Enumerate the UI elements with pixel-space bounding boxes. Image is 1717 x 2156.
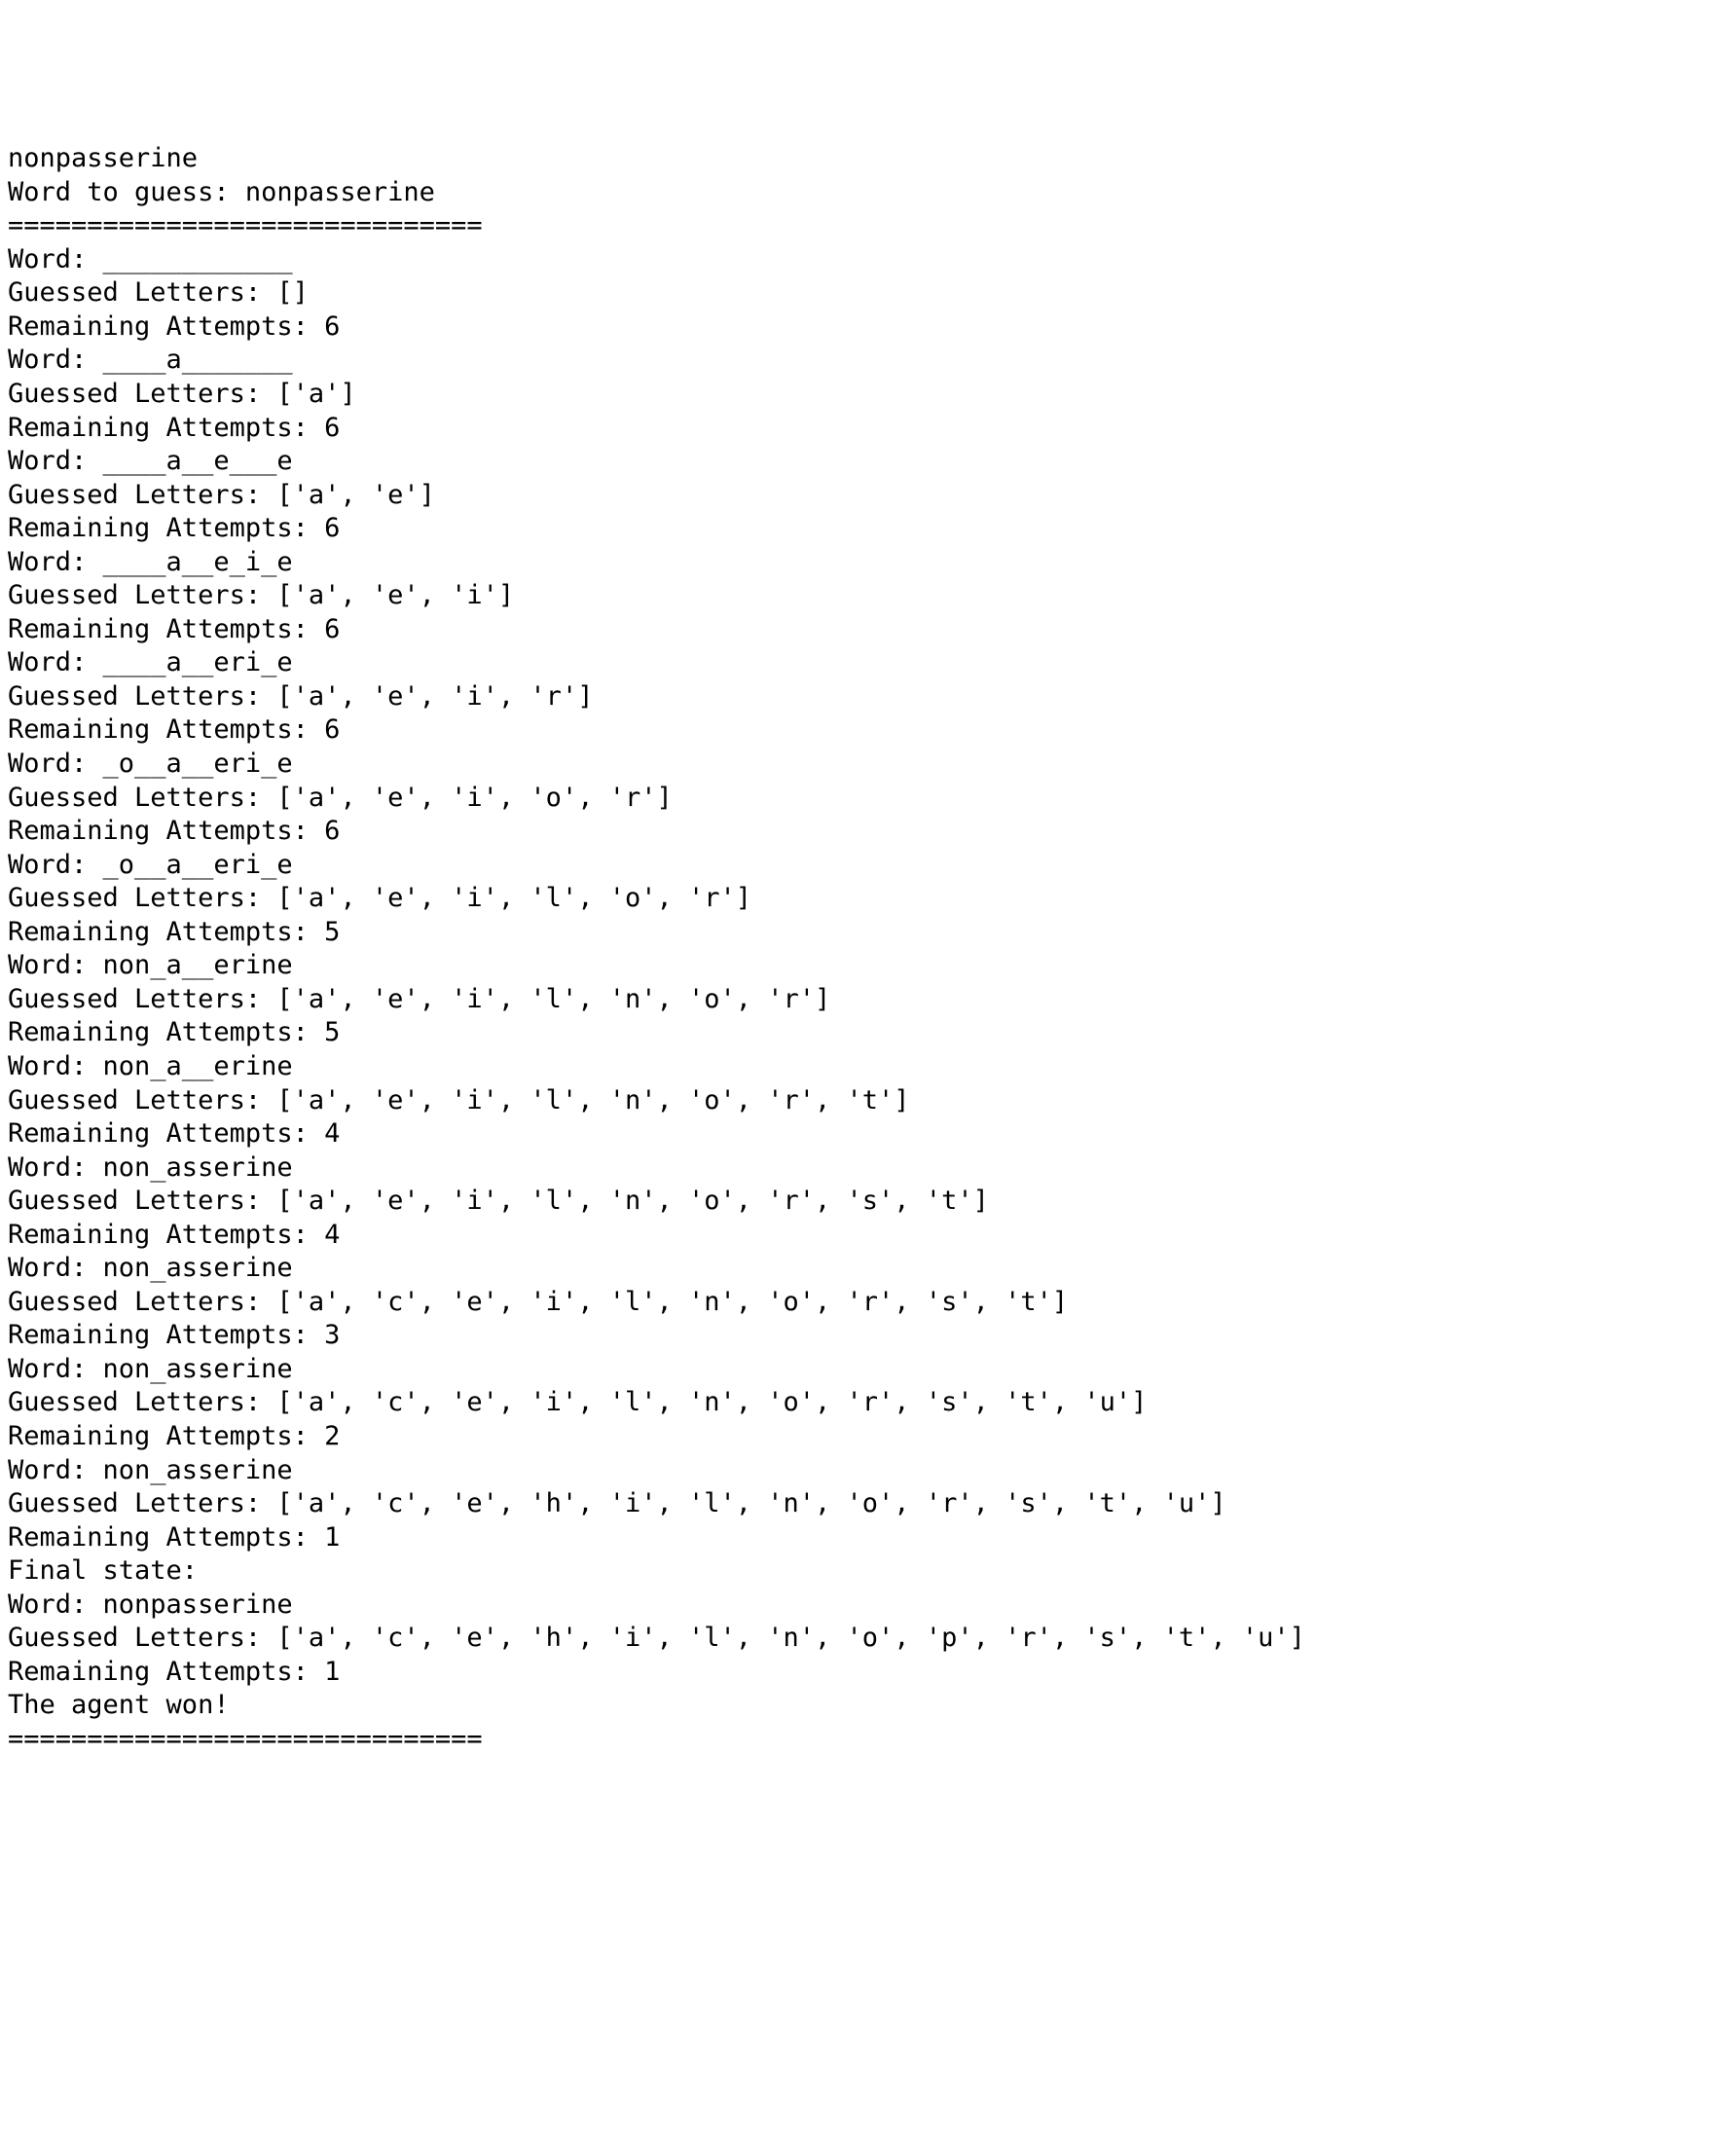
step-6-guessed: Guessed Letters: ['a', 'e', 'i', 'l', 'o… [8, 882, 1709, 916]
step-8-guessed: Guessed Letters: ['a', 'e', 'i', 'l', 'n… [8, 1084, 1709, 1118]
step-2-guessed: Guessed Letters: ['a', 'e'] [8, 479, 1709, 513]
step-1-guessed: Guessed Letters: ['a'] [8, 378, 1709, 412]
step-2-remaining: Remaining Attempts: 6 [8, 512, 1709, 546]
step-0-remaining: Remaining Attempts: 6 [8, 311, 1709, 345]
final-guessed: Guessed Letters: ['a', 'c', 'e', 'h', 'i… [8, 1622, 1709, 1656]
step-5-guessed: Guessed Letters: ['a', 'e', 'i', 'o', 'r… [8, 782, 1709, 816]
secret-word: nonpasserine [8, 142, 1709, 176]
step-0-guessed: Guessed Letters: [] [8, 276, 1709, 311]
final-remaining: Remaining Attempts: 1 [8, 1656, 1709, 1690]
step-9-guessed: Guessed Letters: ['a', 'e', 'i', 'l', 'n… [8, 1185, 1709, 1219]
step-5-remaining: Remaining Attempts: 6 [8, 815, 1709, 849]
step-3-guessed: Guessed Letters: ['a', 'e', 'i'] [8, 579, 1709, 613]
step-11-guessed: Guessed Letters: ['a', 'c', 'e', 'i', 'l… [8, 1386, 1709, 1420]
step-2-word: Word: ____a__e___e [8, 445, 1709, 479]
step-6-word: Word: _o__a__eri_e [8, 849, 1709, 883]
step-9-remaining: Remaining Attempts: 4 [8, 1219, 1709, 1253]
step-1-remaining: Remaining Attempts: 6 [8, 412, 1709, 446]
step-6-remaining: Remaining Attempts: 5 [8, 916, 1709, 950]
divider: ============================== [8, 209, 1709, 243]
step-7-remaining: Remaining Attempts: 5 [8, 1016, 1709, 1050]
footer-divider: ============================== [8, 1723, 1709, 1757]
step-12-word: Word: non_asserine [8, 1454, 1709, 1488]
step-0-word: Word: ____________ [8, 243, 1709, 277]
step-7-guessed: Guessed Letters: ['a', 'e', 'i', 'l', 'n… [8, 983, 1709, 1017]
step-10-guessed: Guessed Letters: ['a', 'c', 'e', 'i', 'l… [8, 1286, 1709, 1320]
step-11-word: Word: non_asserine [8, 1353, 1709, 1387]
step-1-word: Word: ____a_______ [8, 344, 1709, 378]
step-3-remaining: Remaining Attempts: 6 [8, 613, 1709, 647]
step-3-word: Word: ____a__e_i_e [8, 546, 1709, 580]
step-10-remaining: Remaining Attempts: 3 [8, 1319, 1709, 1353]
step-7-word: Word: non_a__erine [8, 949, 1709, 983]
step-12-guessed: Guessed Letters: ['a', 'c', 'e', 'h', 'i… [8, 1487, 1709, 1521]
step-11-remaining: Remaining Attempts: 2 [8, 1420, 1709, 1454]
step-4-word: Word: ____a__eri_e [8, 646, 1709, 680]
step-10-word: Word: non_asserine [8, 1252, 1709, 1286]
result-line: The agent won! [8, 1689, 1709, 1723]
step-5-word: Word: _o__a__eri_e [8, 748, 1709, 782]
step-12-remaining: Remaining Attempts: 1 [8, 1521, 1709, 1555]
terminal-output: nonpasserineWord to guess: nonpasserine=… [8, 142, 1709, 1756]
step-8-word: Word: non_a__erine [8, 1050, 1709, 1084]
final-heading: Final state: [8, 1554, 1709, 1589]
step-8-remaining: Remaining Attempts: 4 [8, 1117, 1709, 1151]
step-4-guessed: Guessed Letters: ['a', 'e', 'i', 'r'] [8, 680, 1709, 714]
final-word: Word: nonpasserine [8, 1589, 1709, 1623]
step-9-word: Word: non_asserine [8, 1151, 1709, 1186]
word-to-guess: Word to guess: nonpasserine [8, 176, 1709, 210]
step-4-remaining: Remaining Attempts: 6 [8, 713, 1709, 748]
